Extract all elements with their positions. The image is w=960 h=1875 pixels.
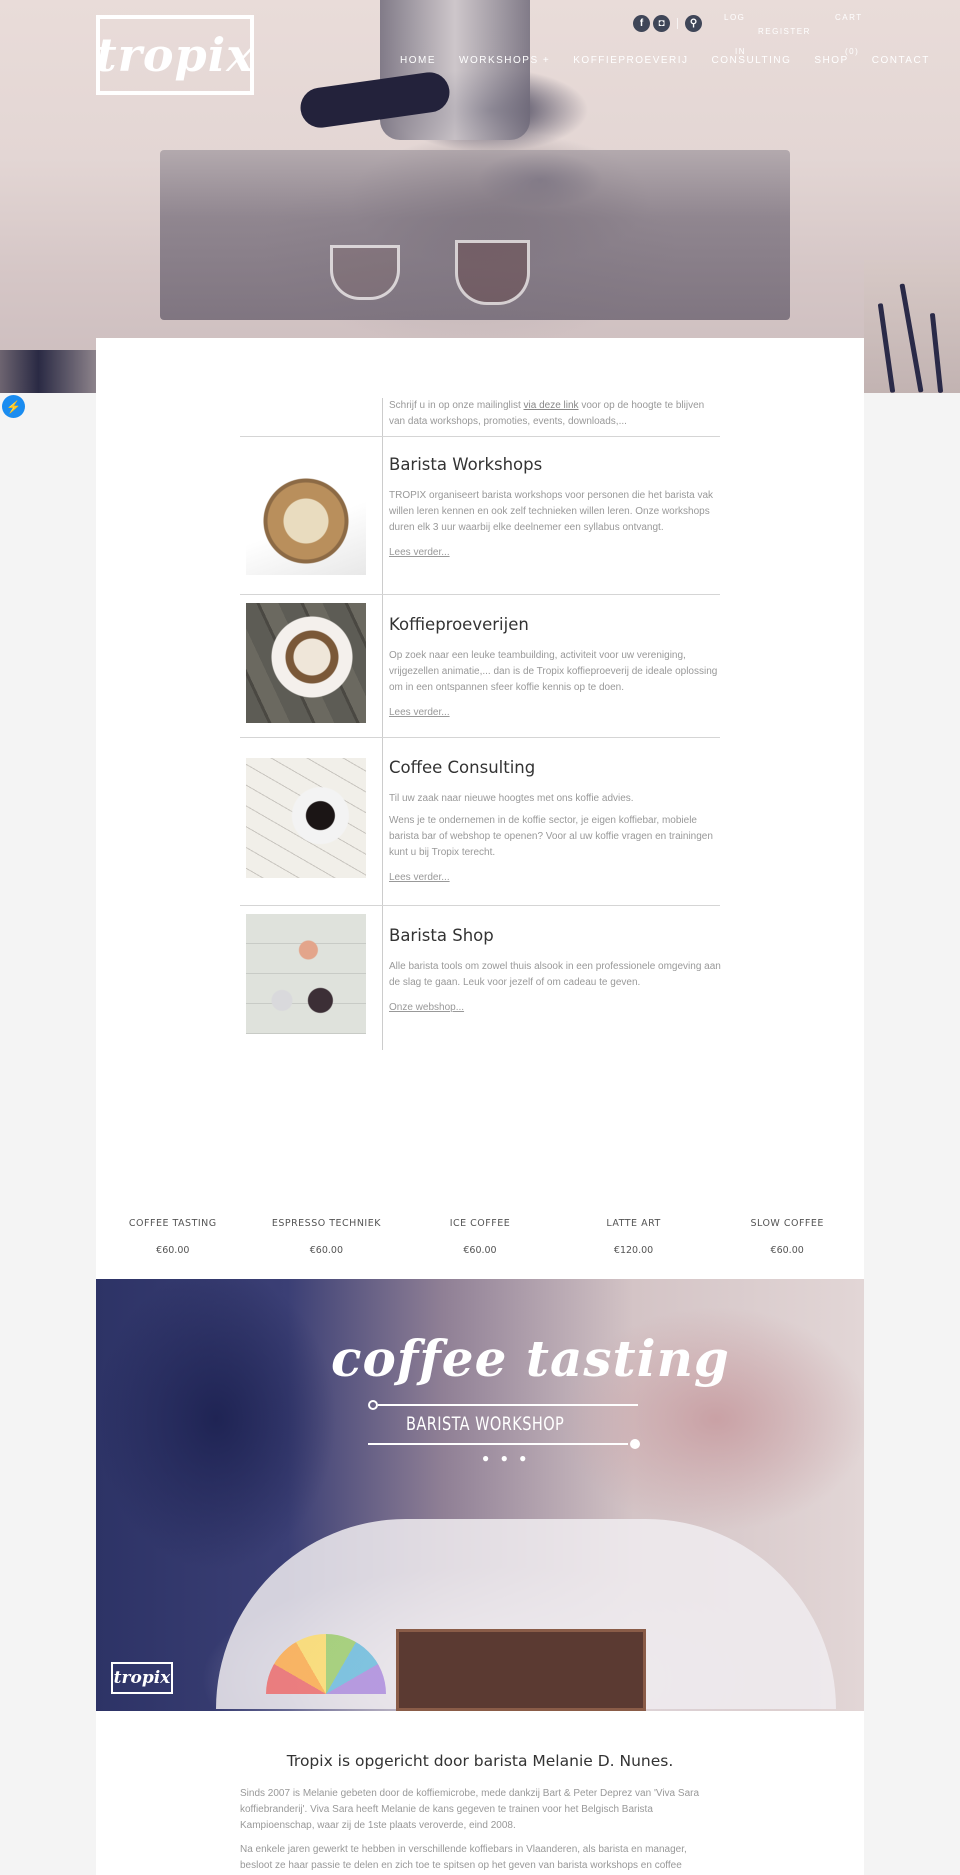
product-item[interactable]: SLOW COFFEE €60.00 — [710, 1218, 864, 1256]
divider — [382, 595, 383, 737]
nav-contact[interactable]: CONTACT — [872, 55, 930, 66]
mailinglist-link[interactable]: via deze link — [524, 400, 579, 411]
service-description: Op zoek naar een leuke teambuilding, act… — [389, 650, 718, 693]
banner-subtitle: BARISTA WORKSHOP — [406, 1413, 565, 1435]
webshop-link[interactable]: Onze webshop... — [389, 1002, 464, 1013]
product-item[interactable]: LATTE ART €120.00 — [557, 1218, 711, 1256]
service-description: Alle barista tools om zowel thuis alsook… — [389, 961, 721, 988]
product-item[interactable]: ESPRESSO TECHNIEK €60.00 — [250, 1218, 404, 1256]
product-price: €60.00 — [309, 1245, 344, 1256]
arrow-line — [378, 1404, 638, 1406]
service-row: Coffee Consulting Til uw zaak naar nieuw… — [240, 737, 720, 905]
login-link-line1[interactable]: LOG — [724, 13, 745, 22]
line-dot — [630, 1439, 640, 1449]
messenger-icon[interactable]: ⚡ — [2, 395, 25, 418]
service-row: Barista Shop Alle barista tools om zowel… — [240, 905, 721, 1050]
product-price: €60.00 — [156, 1245, 190, 1256]
coffee-box-graphic — [396, 1629, 646, 1711]
service-content: Barista Workshops TROPIX organiseert bar… — [389, 455, 724, 560]
divider — [677, 18, 678, 29]
divider — [382, 738, 383, 905]
pour-over-image — [246, 603, 366, 723]
register-link[interactable]: REGISTER — [758, 27, 811, 36]
product-price: €120.00 — [613, 1245, 654, 1256]
search-icon[interactable]: ⚲ — [685, 15, 702, 32]
about-heading: Tropix is opgericht door barista Melanie… — [286, 1752, 674, 1770]
product-price: €60.00 — [770, 1245, 804, 1256]
logo[interactable]: tropix — [95, 15, 254, 95]
glass-cup-graphic — [455, 240, 530, 305]
read-more-link[interactable]: Lees verder... — [389, 872, 450, 883]
nav-home[interactable]: HOME — [400, 55, 436, 66]
main-content: Schrijf u in op onze mailinglist via dez… — [96, 338, 864, 1875]
product-name[interactable]: SLOW COFFEE — [710, 1218, 864, 1229]
about-section: Tropix is opgericht door barista Melanie… — [240, 1752, 720, 1875]
about-paragraph: Sinds 2007 is Melanie gebeten door de ko… — [240, 1788, 700, 1831]
grouphead-graphic — [380, 0, 530, 140]
service-row: Barista Workshops TROPIX organiseert bar… — [240, 436, 720, 594]
arrow-line — [368, 1443, 628, 1445]
product-name[interactable]: ESPRESSO TECHNIEK — [250, 1218, 404, 1229]
banner-title: coffee tasting — [331, 1329, 730, 1388]
service-title: Koffieproeverijen — [389, 615, 529, 634]
product-item[interactable]: COFFEE TASTING €60.00 — [96, 1218, 250, 1256]
cart-link-line1[interactable]: CART — [835, 13, 863, 22]
main-nav: HOME WORKSHOPS + KOFFIEPROEVERIJ CONSULT… — [400, 55, 953, 66]
product-name[interactable]: LATTE ART — [557, 1218, 711, 1229]
coffee-beans-icon: ● ● ● — [482, 1451, 531, 1465]
service-title: Barista Workshops — [389, 455, 543, 474]
service-description: TROPIX organiseert barista workshops voo… — [389, 490, 714, 533]
hero-edge-right — [864, 260, 960, 394]
latte-art-image — [246, 455, 366, 575]
service-content: Coffee Consulting Til uw zaak naar nieuw… — [389, 758, 724, 885]
intro-text: Schrijf u in op onze mailinglist — [389, 400, 524, 411]
consulting-image — [246, 758, 366, 878]
facebook-icon[interactable]: f — [633, 15, 650, 32]
product-price: €60.00 — [463, 1245, 497, 1256]
service-content: Koffieproeverijen Op zoek naar een leuke… — [389, 615, 724, 720]
service-description: Wens je te ondernemen in de koffie secto… — [389, 815, 713, 858]
barista-tools-image — [246, 914, 366, 1034]
divider — [382, 437, 383, 594]
product-item[interactable]: ICE COFFEE €60.00 — [403, 1218, 557, 1256]
product-name[interactable]: ICE COFFEE — [403, 1218, 557, 1229]
divider — [382, 906, 383, 1050]
line-dot — [368, 1400, 378, 1410]
service-description: Til uw zaak naar nieuwe hoogtes met ons … — [389, 793, 634, 804]
instagram-icon[interactable]: ◘ — [653, 15, 670, 32]
read-more-link[interactable]: Lees verder... — [389, 707, 450, 718]
glass-cup-graphic — [330, 245, 400, 300]
coffee-tasting-banner[interactable]: coffee tasting BARISTA WORKSHOP ● ● ● tr… — [96, 1279, 864, 1711]
service-row: Koffieproeverijen Op zoek naar een leuke… — [240, 594, 720, 737]
product-list: COFFEE TASTING €60.00 ESPRESSO TECHNIEK … — [96, 1218, 864, 1256]
nav-workshops[interactable]: WORKSHOPS + — [459, 55, 550, 66]
nav-consulting[interactable]: CONSULTING — [712, 55, 792, 66]
service-content: Barista Shop Alle barista tools om zowel… — [389, 926, 724, 1015]
mailinglist-intro: Schrijf u in op onze mailinglist via dez… — [382, 398, 722, 436]
service-title: Barista Shop — [389, 926, 494, 945]
product-name[interactable]: COFFEE TASTING — [96, 1218, 250, 1229]
service-title: Coffee Consulting — [389, 758, 536, 777]
nav-koffieproeverij[interactable]: KOFFIEPROEVERIJ — [573, 55, 688, 66]
read-more-link[interactable]: Lees verder... — [389, 547, 450, 558]
banner-logo: tropix — [111, 1662, 173, 1694]
about-paragraph: Na enkele jaren gewerkt te hebben in ver… — [240, 1844, 687, 1871]
nav-shop[interactable]: SHOP — [814, 55, 848, 66]
social-icons: f ◘ ⚲ — [633, 15, 705, 32]
hero-edge-left — [0, 350, 96, 393]
